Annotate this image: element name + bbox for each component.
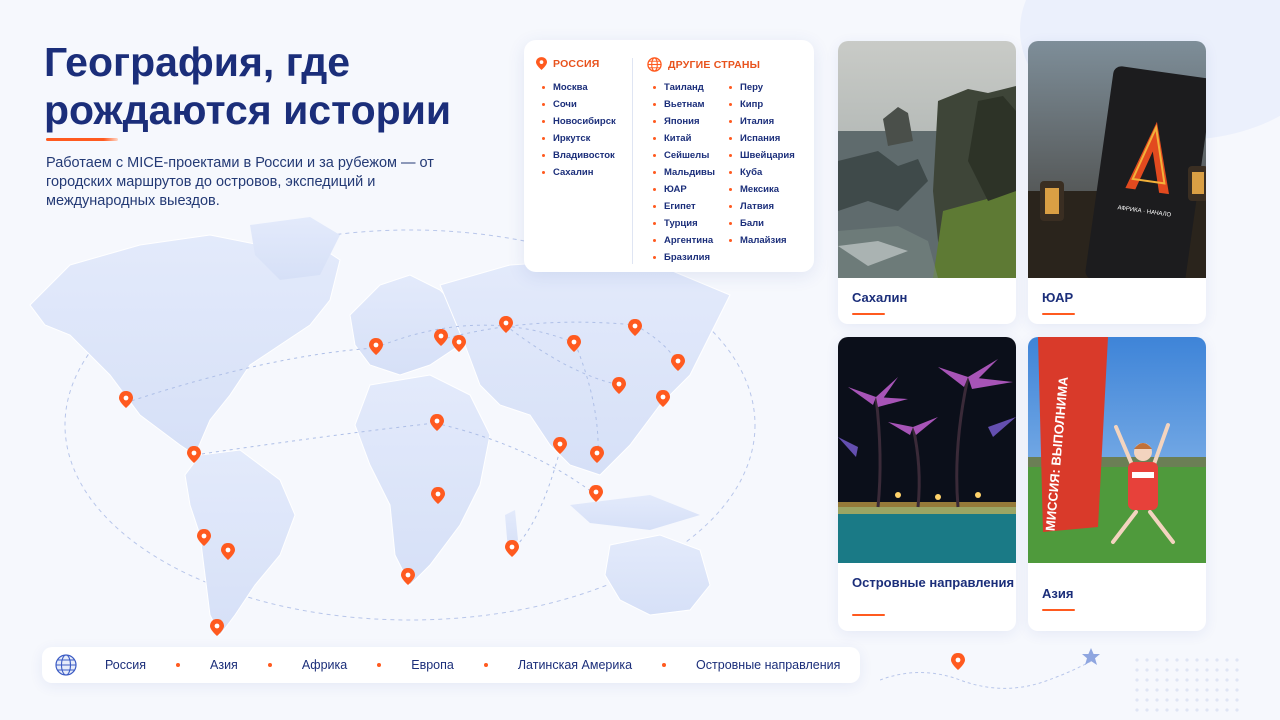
list-item: Кипр [728,96,795,113]
list-item: Таиланд [652,79,715,96]
list-item: Турция [652,215,715,232]
title-underline [46,138,118,141]
list-item: Москва [541,79,616,96]
legend-item-russia[interactable]: Россия [105,658,146,672]
card-caption: Сахалин [852,290,908,305]
pin-icon [951,653,965,670]
card-caption: ЮАР [1042,290,1074,305]
list-item: Италия [728,113,795,130]
caption-underline [1042,609,1075,611]
list-item: Египет [652,198,715,215]
list-item: Аргентина [652,232,715,249]
globe-icon [647,57,662,72]
pin-icon[interactable] [119,391,133,408]
legend-item-europe[interactable]: Европа [411,658,454,672]
list-item: Мальдивы [652,164,715,181]
list-item: Малайзия [728,232,795,249]
pin-icon[interactable] [210,619,224,636]
star-icon [1082,648,1100,665]
list-item: Латвия [728,198,795,215]
russia-heading: РОССИЯ [536,57,600,70]
card-south-africa[interactable]: АФРИКА · НАЧАЛО ЮАР [1028,41,1206,324]
locations-card: РОССИЯ Москва Сочи Новосибирск Иркутск Влади… [524,40,814,272]
list-item: Сочи [541,96,616,113]
land-australia [604,534,711,616]
land-africa [354,374,491,586]
region-legend: Россия Азия Африка Европа Латинская Амер… [42,647,860,683]
list-item: Мексика [728,181,795,198]
decorative-route [880,648,1100,689]
legend-separator [377,663,382,667]
caption-underline [1042,313,1075,315]
list-item: Испания [728,130,795,147]
list-item: ЮАР [652,181,715,198]
globe-icon [55,654,77,676]
list-item: Перу [728,79,795,96]
pin-icon [536,57,547,70]
countries-list-1: Таиланд Вьетнам Япония Китай Сейшелы Мальдивы… [652,79,715,266]
sakhalin-coast-photo [838,41,1016,278]
countries-list-2: Перу Кипр Италия Испания Швейцария Куба Мексик… [728,79,795,249]
list-item: Вьетнам [652,96,715,113]
card-islands[interactable]: Островные направления [838,337,1016,631]
list-item: Сахалин [541,164,616,181]
list-item: Бали [728,215,795,232]
caption-underline [852,313,885,315]
list-item: Новосибирск [541,113,616,130]
list-item: Швейцария [728,147,795,164]
list-item: Китай [652,130,715,147]
pin-icon[interactable] [589,485,603,502]
list-item: Япония [652,113,715,130]
legend-item-africa[interactable]: Африка [302,658,347,672]
russia-city-list: Москва Сочи Новосибирск Иркутск Владивосток С… [541,79,616,181]
land-indonesia [570,495,700,530]
africa-menu-photo: АФРИКА · НАЧАЛО [1028,41,1206,278]
list-item: Бразилия [652,249,715,266]
russia-heading-label: РОССИЯ [553,57,600,70]
caption-underline [852,614,885,616]
pin-icon[interactable] [505,540,519,557]
list-item: Владивосток [541,147,616,164]
legend-item-latin-america[interactable]: Латинская Америка [518,658,632,672]
list-item: Сейшелы [652,147,715,164]
list-item: Куба [728,164,795,181]
legend-item-islands[interactable]: Островные направления [696,658,840,672]
island-palms-night-photo [838,337,1016,563]
other-countries-label: ДРУГИЕ СТРАНЫ [668,58,761,71]
decorative-dots [1132,655,1242,715]
other-countries-heading: ДРУГИЕ СТРАНЫ [647,57,760,72]
card-caption: Азия [1042,586,1074,601]
asia-jumping-girl-photo: МИССИЯ: ВЫПОЛНИМА [1028,337,1206,563]
legend-separator [267,663,272,667]
legend-separator [483,663,488,667]
legend-separator [662,663,667,667]
legend-separator [176,663,180,667]
card-caption: Островные направления [852,575,1015,590]
page-title: География, где рождаются истории [44,39,452,133]
legend-item-asia[interactable]: Азия [210,658,238,672]
column-divider [632,58,633,264]
page-subtitle: Работаем с MICE-проектами в России и за … [46,155,434,209]
list-item: Иркутск [541,130,616,147]
card-asia[interactable]: МИССИЯ: ВЫПОЛНИМА Азия [1028,337,1206,631]
card-sakhalin[interactable]: Сахалин [838,41,1016,324]
